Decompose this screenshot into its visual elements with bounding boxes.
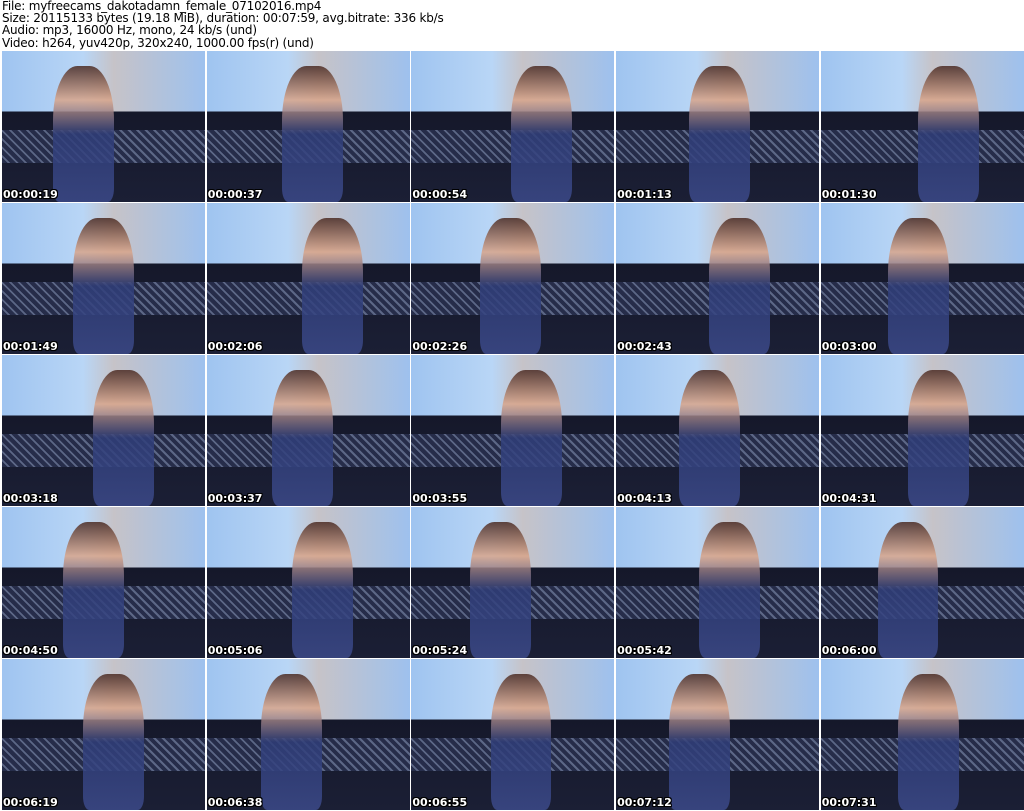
video-frame-thumbnail: 00:00:19 xyxy=(2,51,205,202)
video-frame-thumbnail: 00:04:50 xyxy=(2,507,205,658)
frame-subject xyxy=(668,674,730,810)
frame-timestamp: 00:01:13 xyxy=(617,188,672,201)
video-frame-thumbnail: 00:02:06 xyxy=(206,203,410,354)
frame-subject xyxy=(490,674,552,810)
thumbnail-grid: 00:00:19 00:00:37 00:00:54 00:01:13 00:01:30… xyxy=(2,51,1024,810)
frame-timestamp: 00:05:24 xyxy=(412,644,468,657)
frame-timestamp: 00:01:49 xyxy=(3,340,58,353)
video-frame-thumbnail: 00:03:00 xyxy=(820,203,1024,354)
frame-timestamp: 00:03:55 xyxy=(412,492,468,505)
frame-subject xyxy=(261,674,323,810)
frame-subject xyxy=(500,370,562,506)
video-frame-thumbnail: 00:03:37 xyxy=(206,355,410,506)
frame-timestamp: 00:06:55 xyxy=(412,796,468,809)
video-frame-thumbnail: 00:07:12 xyxy=(616,659,820,810)
frame-timestamp: 00:06:00 xyxy=(821,644,877,657)
frame-timestamp: 00:02:43 xyxy=(617,340,672,353)
video-frame-thumbnail: 00:02:43 xyxy=(616,203,820,354)
frame-subject xyxy=(52,66,114,202)
video-frame-thumbnail: 00:05:06 xyxy=(206,507,410,658)
frame-subject xyxy=(281,66,343,202)
frame-timestamp: 00:03:00 xyxy=(821,340,877,353)
video-frame-thumbnail: 00:04:31 xyxy=(820,355,1024,506)
frame-subject xyxy=(877,522,939,658)
frame-timestamp: 00:07:12 xyxy=(617,796,672,809)
frame-subject xyxy=(887,218,949,354)
video-frame-thumbnail: 00:01:30 xyxy=(820,51,1024,202)
frame-subject xyxy=(918,66,980,202)
frame-timestamp: 00:00:37 xyxy=(207,188,263,201)
frame-subject xyxy=(689,66,751,202)
frame-timestamp: 00:04:13 xyxy=(617,492,672,505)
frame-subject xyxy=(73,218,134,354)
video-frame-thumbnail: 00:02:26 xyxy=(411,203,615,354)
frame-timestamp: 00:07:31 xyxy=(821,796,877,809)
frame-timestamp: 00:04:50 xyxy=(3,644,58,657)
frame-subject xyxy=(62,522,124,658)
frame-subject xyxy=(470,522,532,658)
frame-timestamp: 00:06:19 xyxy=(3,796,58,809)
frame-timestamp: 00:03:18 xyxy=(3,492,58,505)
frame-subject xyxy=(271,370,333,506)
video-frame-thumbnail: 00:04:13 xyxy=(616,355,820,506)
frame-subject xyxy=(480,218,542,354)
video-frame-thumbnail: 00:06:38 xyxy=(206,659,410,810)
frame-subject xyxy=(908,370,969,506)
frame-subject xyxy=(678,370,740,506)
video-frame-thumbnail: 00:05:42 xyxy=(616,507,820,658)
frame-timestamp: 00:03:37 xyxy=(207,492,263,505)
frame-subject xyxy=(83,674,145,810)
video-frame-thumbnail: 00:03:55 xyxy=(411,355,615,506)
video-frame-thumbnail: 00:06:55 xyxy=(411,659,615,810)
frame-subject xyxy=(709,218,771,354)
video-frame-thumbnail: 00:00:54 xyxy=(411,51,615,202)
audio-info: Audio: mp3, 16000 Hz, mono, 24 kb/s (und… xyxy=(2,23,257,38)
video-frame-thumbnail: 00:06:19 xyxy=(2,659,205,810)
frame-timestamp: 00:04:31 xyxy=(821,492,877,505)
frame-subject xyxy=(897,674,959,810)
video-frame-thumbnail: 00:00:37 xyxy=(206,51,410,202)
video-frame-thumbnail: 00:03:18 xyxy=(2,355,205,506)
frame-timestamp: 00:05:06 xyxy=(207,644,263,657)
video-frame-thumbnail: 00:05:24 xyxy=(411,507,615,658)
frame-timestamp: 00:01:30 xyxy=(821,188,877,201)
frame-timestamp: 00:02:06 xyxy=(207,340,263,353)
frame-subject xyxy=(302,218,363,354)
frame-timestamp: 00:06:38 xyxy=(207,796,263,809)
video-frame-thumbnail: 00:06:00 xyxy=(820,507,1024,658)
frame-timestamp: 00:00:19 xyxy=(3,188,58,201)
frame-subject xyxy=(291,522,353,658)
video-info: Video: h264, yuv420p, 320x240, 1000.00 f… xyxy=(2,35,314,50)
frame-timestamp: 00:00:54 xyxy=(412,188,468,201)
frame-timestamp: 00:02:26 xyxy=(412,340,468,353)
frame-subject xyxy=(699,522,761,658)
frame-subject xyxy=(510,66,572,202)
frame-timestamp: 00:05:42 xyxy=(617,644,672,657)
file-info-header: File: myfreecams_dakotadamn_female_07102… xyxy=(2,0,444,49)
video-frame-thumbnail: 00:07:31 xyxy=(820,659,1024,810)
frame-subject xyxy=(93,370,155,506)
video-frame-thumbnail: 00:01:49 xyxy=(2,203,205,354)
video-frame-thumbnail: 00:01:13 xyxy=(616,51,820,202)
